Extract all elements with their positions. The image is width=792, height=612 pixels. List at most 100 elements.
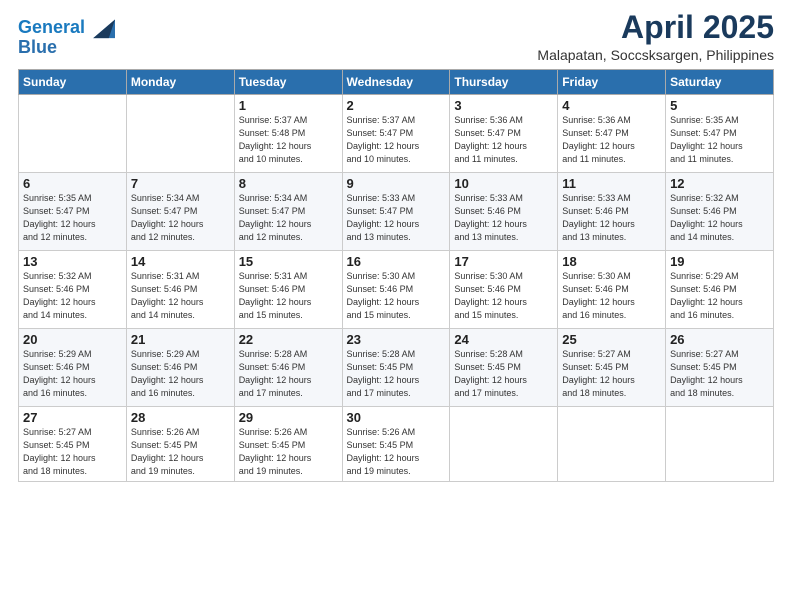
day-number: 14 [131, 254, 230, 269]
calendar-cell [450, 407, 558, 482]
day-info: Sunrise: 5:34 AM Sunset: 5:47 PM Dayligh… [239, 192, 338, 244]
day-number: 28 [131, 410, 230, 425]
day-number: 21 [131, 332, 230, 347]
calendar-cell: 10Sunrise: 5:33 AM Sunset: 5:46 PM Dayli… [450, 173, 558, 251]
day-info: Sunrise: 5:26 AM Sunset: 5:45 PM Dayligh… [131, 426, 230, 478]
day-number: 3 [454, 98, 553, 113]
calendar-cell: 8Sunrise: 5:34 AM Sunset: 5:47 PM Daylig… [234, 173, 342, 251]
calendar-cell: 12Sunrise: 5:32 AM Sunset: 5:46 PM Dayli… [666, 173, 774, 251]
day-info: Sunrise: 5:29 AM Sunset: 5:46 PM Dayligh… [23, 348, 122, 400]
day-number: 8 [239, 176, 338, 191]
calendar-cell: 27Sunrise: 5:27 AM Sunset: 5:45 PM Dayli… [19, 407, 127, 482]
logo-line2: Blue [18, 38, 57, 58]
day-number: 26 [670, 332, 769, 347]
day-number: 16 [347, 254, 446, 269]
weekday-header: Thursday [450, 70, 558, 95]
day-info: Sunrise: 5:26 AM Sunset: 5:45 PM Dayligh… [347, 426, 446, 478]
calendar-cell: 21Sunrise: 5:29 AM Sunset: 5:46 PM Dayli… [126, 329, 234, 407]
day-number: 20 [23, 332, 122, 347]
day-info: Sunrise: 5:37 AM Sunset: 5:47 PM Dayligh… [347, 114, 446, 166]
day-number: 10 [454, 176, 553, 191]
day-number: 23 [347, 332, 446, 347]
day-number: 12 [670, 176, 769, 191]
calendar-week-row: 1Sunrise: 5:37 AM Sunset: 5:48 PM Daylig… [19, 95, 774, 173]
day-number: 4 [562, 98, 661, 113]
calendar-cell: 9Sunrise: 5:33 AM Sunset: 5:47 PM Daylig… [342, 173, 450, 251]
calendar-cell: 24Sunrise: 5:28 AM Sunset: 5:45 PM Dayli… [450, 329, 558, 407]
logo-icon [87, 14, 115, 42]
calendar-cell [126, 95, 234, 173]
calendar-header-row: SundayMondayTuesdayWednesdayThursdayFrid… [19, 70, 774, 95]
page: General Blue April 2025 Malapatan, Soccs… [0, 0, 792, 612]
day-info: Sunrise: 5:34 AM Sunset: 5:47 PM Dayligh… [131, 192, 230, 244]
day-number: 30 [347, 410, 446, 425]
day-info: Sunrise: 5:30 AM Sunset: 5:46 PM Dayligh… [454, 270, 553, 322]
day-info: Sunrise: 5:31 AM Sunset: 5:46 PM Dayligh… [239, 270, 338, 322]
weekday-header: Sunday [19, 70, 127, 95]
day-number: 19 [670, 254, 769, 269]
day-info: Sunrise: 5:28 AM Sunset: 5:45 PM Dayligh… [454, 348, 553, 400]
calendar-cell: 4Sunrise: 5:36 AM Sunset: 5:47 PM Daylig… [558, 95, 666, 173]
calendar-week-row: 27Sunrise: 5:27 AM Sunset: 5:45 PM Dayli… [19, 407, 774, 482]
day-info: Sunrise: 5:33 AM Sunset: 5:46 PM Dayligh… [454, 192, 553, 244]
day-number: 1 [239, 98, 338, 113]
day-number: 11 [562, 176, 661, 191]
calendar-cell: 19Sunrise: 5:29 AM Sunset: 5:46 PM Dayli… [666, 251, 774, 329]
day-info: Sunrise: 5:30 AM Sunset: 5:46 PM Dayligh… [347, 270, 446, 322]
day-number: 7 [131, 176, 230, 191]
day-number: 5 [670, 98, 769, 113]
subtitle: Malapatan, Soccsksargen, Philippines [537, 47, 774, 63]
day-info: Sunrise: 5:33 AM Sunset: 5:47 PM Dayligh… [347, 192, 446, 244]
day-number: 22 [239, 332, 338, 347]
weekday-header: Wednesday [342, 70, 450, 95]
day-info: Sunrise: 5:29 AM Sunset: 5:46 PM Dayligh… [670, 270, 769, 322]
day-info: Sunrise: 5:32 AM Sunset: 5:46 PM Dayligh… [23, 270, 122, 322]
main-title: April 2025 [537, 10, 774, 45]
day-number: 25 [562, 332, 661, 347]
day-number: 17 [454, 254, 553, 269]
day-info: Sunrise: 5:29 AM Sunset: 5:46 PM Dayligh… [131, 348, 230, 400]
logo-line1: General [18, 17, 85, 37]
header: General Blue April 2025 Malapatan, Soccs… [18, 10, 774, 63]
weekday-header: Monday [126, 70, 234, 95]
calendar-cell: 25Sunrise: 5:27 AM Sunset: 5:45 PM Dayli… [558, 329, 666, 407]
day-info: Sunrise: 5:30 AM Sunset: 5:46 PM Dayligh… [562, 270, 661, 322]
day-info: Sunrise: 5:36 AM Sunset: 5:47 PM Dayligh… [454, 114, 553, 166]
calendar-week-row: 6Sunrise: 5:35 AM Sunset: 5:47 PM Daylig… [19, 173, 774, 251]
day-info: Sunrise: 5:26 AM Sunset: 5:45 PM Dayligh… [239, 426, 338, 478]
calendar-cell: 30Sunrise: 5:26 AM Sunset: 5:45 PM Dayli… [342, 407, 450, 482]
calendar-cell: 5Sunrise: 5:35 AM Sunset: 5:47 PM Daylig… [666, 95, 774, 173]
calendar-cell [19, 95, 127, 173]
calendar-cell: 23Sunrise: 5:28 AM Sunset: 5:45 PM Dayli… [342, 329, 450, 407]
weekday-header: Tuesday [234, 70, 342, 95]
calendar-cell [558, 407, 666, 482]
day-number: 18 [562, 254, 661, 269]
calendar-cell: 11Sunrise: 5:33 AM Sunset: 5:46 PM Dayli… [558, 173, 666, 251]
day-info: Sunrise: 5:33 AM Sunset: 5:46 PM Dayligh… [562, 192, 661, 244]
calendar-cell [666, 407, 774, 482]
calendar-cell: 26Sunrise: 5:27 AM Sunset: 5:45 PM Dayli… [666, 329, 774, 407]
day-number: 13 [23, 254, 122, 269]
day-info: Sunrise: 5:28 AM Sunset: 5:45 PM Dayligh… [347, 348, 446, 400]
calendar-cell: 29Sunrise: 5:26 AM Sunset: 5:45 PM Dayli… [234, 407, 342, 482]
day-number: 6 [23, 176, 122, 191]
calendar-cell: 13Sunrise: 5:32 AM Sunset: 5:46 PM Dayli… [19, 251, 127, 329]
day-info: Sunrise: 5:27 AM Sunset: 5:45 PM Dayligh… [562, 348, 661, 400]
day-info: Sunrise: 5:31 AM Sunset: 5:46 PM Dayligh… [131, 270, 230, 322]
day-info: Sunrise: 5:35 AM Sunset: 5:47 PM Dayligh… [670, 114, 769, 166]
calendar-cell: 18Sunrise: 5:30 AM Sunset: 5:46 PM Dayli… [558, 251, 666, 329]
day-number: 24 [454, 332, 553, 347]
calendar-table: SundayMondayTuesdayWednesdayThursdayFrid… [18, 69, 774, 482]
day-info: Sunrise: 5:28 AM Sunset: 5:46 PM Dayligh… [239, 348, 338, 400]
day-number: 2 [347, 98, 446, 113]
calendar-week-row: 13Sunrise: 5:32 AM Sunset: 5:46 PM Dayli… [19, 251, 774, 329]
calendar-cell: 2Sunrise: 5:37 AM Sunset: 5:47 PM Daylig… [342, 95, 450, 173]
calendar-cell: 14Sunrise: 5:31 AM Sunset: 5:46 PM Dayli… [126, 251, 234, 329]
day-info: Sunrise: 5:37 AM Sunset: 5:48 PM Dayligh… [239, 114, 338, 166]
day-number: 15 [239, 254, 338, 269]
calendar-cell: 6Sunrise: 5:35 AM Sunset: 5:47 PM Daylig… [19, 173, 127, 251]
logo: General Blue [18, 14, 115, 58]
calendar-cell: 17Sunrise: 5:30 AM Sunset: 5:46 PM Dayli… [450, 251, 558, 329]
day-info: Sunrise: 5:36 AM Sunset: 5:47 PM Dayligh… [562, 114, 661, 166]
title-block: April 2025 Malapatan, Soccsksargen, Phil… [537, 10, 774, 63]
